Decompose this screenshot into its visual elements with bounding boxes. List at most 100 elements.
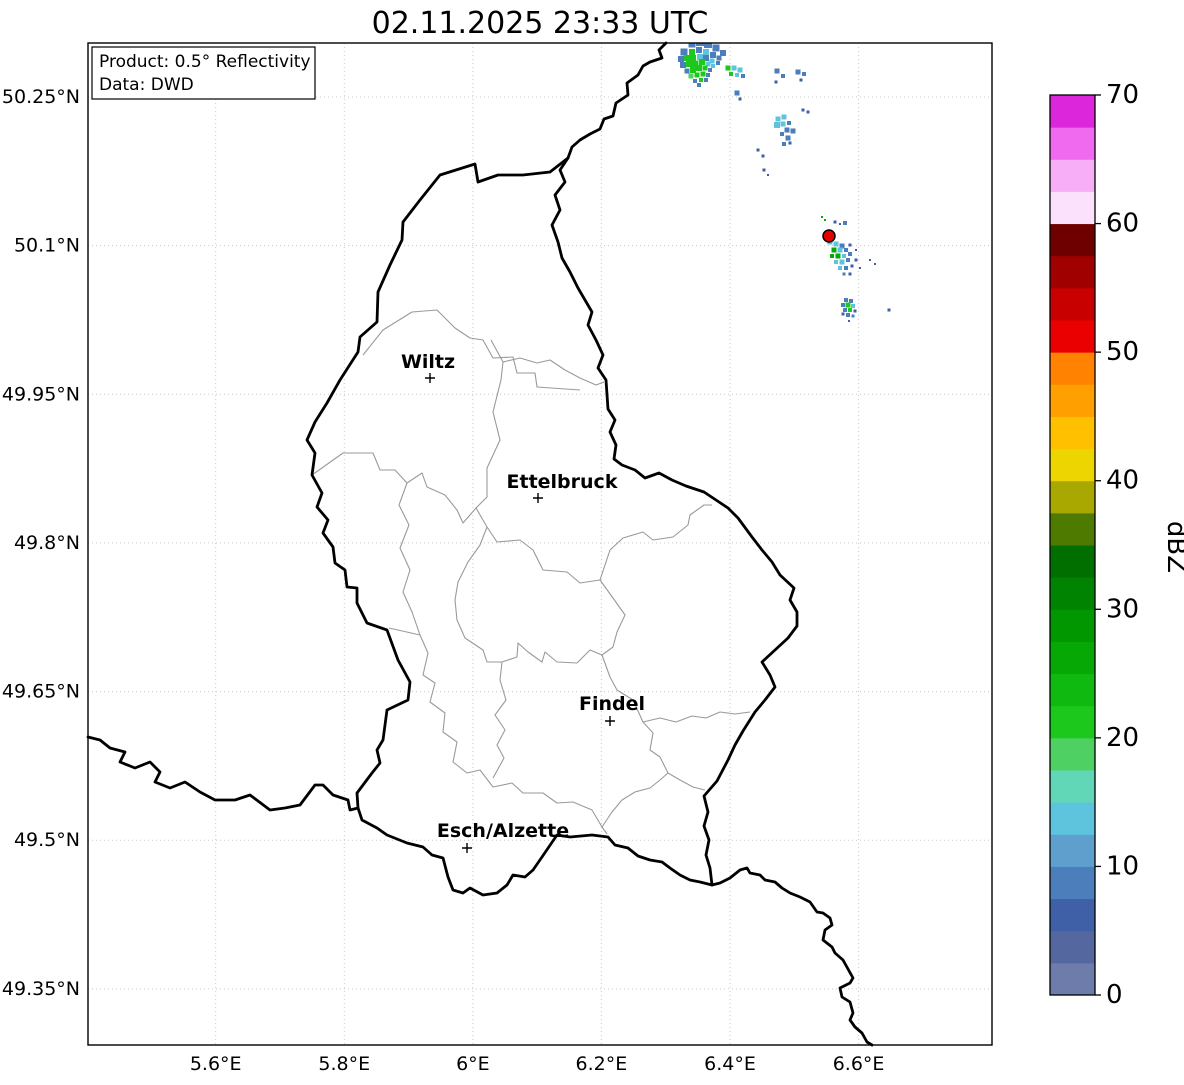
radar-echo-cell xyxy=(716,61,720,65)
info-box-source: Data: DWD xyxy=(99,75,194,95)
colorbar-band xyxy=(1050,866,1095,900)
radar-echo-cell xyxy=(839,223,841,225)
colorbar-tick-label: 0 xyxy=(1106,980,1123,1010)
colorbar-band xyxy=(1050,352,1095,385)
radar-echo-cell xyxy=(686,61,692,67)
radar-echo-cell xyxy=(780,132,784,136)
colorbar-band xyxy=(1050,802,1095,835)
radar-echo-cell xyxy=(787,121,791,125)
colorbar-band xyxy=(1050,834,1095,867)
radar-echo-cell xyxy=(710,52,716,58)
colorbar-band xyxy=(1050,577,1095,610)
radar-echo-cell xyxy=(678,56,684,62)
radar-echo-cell xyxy=(874,263,876,265)
district-border-line xyxy=(601,772,669,828)
radar-echo-cell xyxy=(848,252,852,256)
lat-tick-label: 49.95°N xyxy=(2,383,80,405)
radar-echo-cell xyxy=(821,216,823,218)
radar-echo-cell xyxy=(851,314,855,318)
city-marker-cross xyxy=(533,493,543,503)
radar-echo-cell xyxy=(697,83,701,87)
colorbar-tick-label: 50 xyxy=(1106,337,1139,367)
radar-echo-cell xyxy=(785,135,791,141)
radar-echo-cell xyxy=(853,309,857,313)
city-marker-cross xyxy=(605,716,615,726)
district-border-line xyxy=(642,711,751,723)
colorbar-band xyxy=(1050,159,1095,192)
figure-title: 02.11.2025 23:33 UTC xyxy=(372,6,709,41)
colorbar-band xyxy=(1050,320,1095,353)
colorbar-band xyxy=(1050,287,1095,321)
radar-echo-cell xyxy=(738,97,742,101)
colorbar-band xyxy=(1050,609,1095,642)
radar-echo-cell xyxy=(841,303,845,307)
radar-echo-cell xyxy=(774,80,778,84)
colorbar-band xyxy=(1050,673,1095,707)
radar-echo-cell xyxy=(848,243,852,247)
radar-echo-cell xyxy=(781,114,787,120)
radar-echo-cell xyxy=(846,313,850,317)
colorbar-band xyxy=(1050,448,1095,482)
radar-echo-cell xyxy=(848,320,850,322)
radar-echo-cell xyxy=(699,59,705,65)
radar-echo-cell xyxy=(887,308,891,312)
colorbar-band xyxy=(1050,95,1095,128)
city-label: Wiltz xyxy=(401,351,455,373)
colorbar-band xyxy=(1050,223,1095,257)
district-border-line xyxy=(388,627,608,835)
radar-echo-cell xyxy=(737,67,743,73)
colorbar-tick-label: 60 xyxy=(1106,209,1139,239)
radar-echo-cell xyxy=(843,221,847,225)
radar-echo-cell xyxy=(729,72,733,76)
radar-echo-cell xyxy=(684,55,690,61)
radar-echo-cell xyxy=(841,312,845,316)
radar-echo-cell xyxy=(694,72,700,78)
radar-echo-cell xyxy=(838,266,842,270)
colorbar-tick-label: 70 xyxy=(1106,80,1139,110)
radar-echo-cell xyxy=(788,141,792,145)
radar-echo-cell xyxy=(790,128,796,134)
radar-echo-cell xyxy=(704,43,712,48)
radar-echo-cell xyxy=(704,78,708,82)
radar-echo-cell xyxy=(680,48,688,56)
radar-echo-cell xyxy=(708,68,712,72)
district-border-line xyxy=(502,357,605,386)
radar-echo-cell xyxy=(696,65,702,71)
radar-echo-cell xyxy=(795,69,801,75)
lon-tick-label: 5.6°E xyxy=(190,1053,242,1075)
radar-echo-cell xyxy=(855,249,857,251)
radar-echo-cell xyxy=(835,253,841,259)
city-labels-layer: Wiltz Ettelbruck Findel Esch/Alzette xyxy=(401,351,645,853)
colorbar-band xyxy=(1050,641,1095,675)
grid-lines xyxy=(88,43,992,1045)
radar-echo-cell xyxy=(848,308,852,312)
radar-echo-cell xyxy=(700,71,706,77)
colorbar-band xyxy=(1050,930,1095,964)
radar-echo-cell xyxy=(680,62,686,68)
axis-tick-labels: 50.25°N 50.1°N 49.95°N 49.8°N 49.65°N 49.5°N 4… xyxy=(2,86,885,1075)
lon-tick-label: 6.2°E xyxy=(576,1053,628,1075)
radar-echo-cell xyxy=(854,258,858,262)
lat-tick-label: 49.8°N xyxy=(14,532,80,554)
plot-frame xyxy=(87,42,993,1046)
radar-echo-cell xyxy=(762,168,766,172)
colorbar-band xyxy=(1050,255,1095,289)
district-border-line xyxy=(475,339,504,509)
radar-echo-cell xyxy=(689,49,695,55)
lon-tick-label: 6.6°E xyxy=(833,1053,885,1075)
radar-echo-cell xyxy=(688,43,696,48)
radar-echo-cell xyxy=(774,68,780,74)
city-label: Ettelbruck xyxy=(507,471,618,493)
radar-echo-cell xyxy=(706,73,710,77)
radar-site-layer xyxy=(822,229,836,243)
radar-echo-cell xyxy=(684,68,690,74)
radar-echo-cell xyxy=(833,241,839,247)
radar-echo-cell xyxy=(690,55,696,61)
colorbar-band xyxy=(1050,416,1095,450)
radar-echo-cell xyxy=(735,73,739,77)
city-marker-cross xyxy=(462,843,472,853)
radar-echo-cell xyxy=(711,64,715,68)
radar-echo-cell xyxy=(801,108,805,112)
radar-echo-cell xyxy=(741,74,745,78)
city-label: Esch/Alzette xyxy=(437,820,569,842)
